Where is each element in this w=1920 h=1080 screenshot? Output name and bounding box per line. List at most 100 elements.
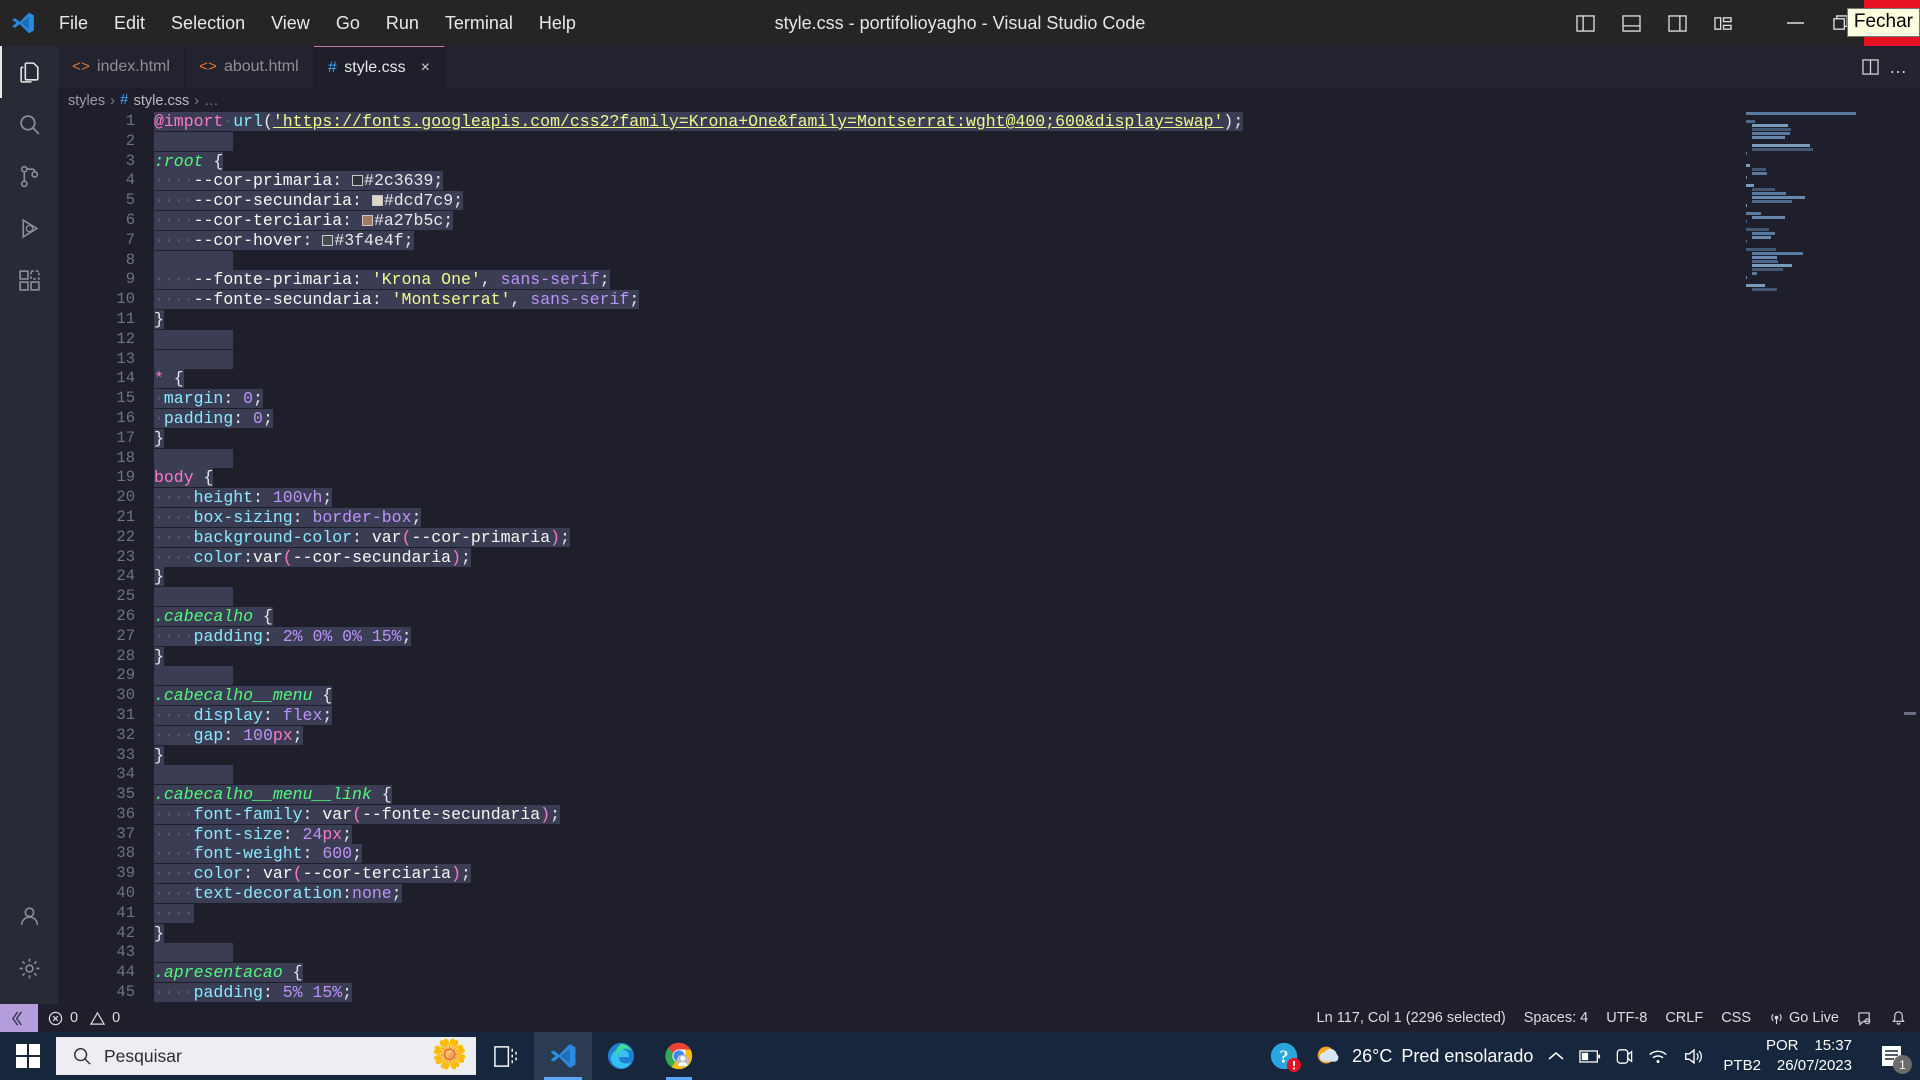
code-lines[interactable]: 1 @import·url('https://fonts.googleapis.c… — [58, 112, 1920, 1004]
more-actions-icon[interactable]: … — [1889, 57, 1908, 78]
line-content[interactable]: ····display: flex; — [154, 705, 333, 726]
code-line[interactable]: 3:root { — [58, 151, 1920, 172]
line-content[interactable]: ·padding: 0; — [154, 408, 273, 429]
line-content[interactable] — [154, 666, 234, 686]
accounts-icon[interactable] — [0, 890, 58, 942]
weather-widget[interactable]: 26°C Pred ensolarado — [1313, 1041, 1533, 1071]
clock-and-language[interactable]: POR 15:37 PTB2 26/07/2023 — [1719, 1036, 1856, 1077]
color-swatch-icon[interactable] — [352, 175, 364, 187]
code-line[interactable]: 10 ····--fonte-secundaria: 'Montserrat', … — [58, 290, 1920, 310]
code-line[interactable]: 1 @import·url('https://fonts.googleapis.c… — [58, 112, 1920, 132]
line-content[interactable]: ····color: var(--cor-terciaria); — [154, 864, 471, 884]
sidebar-item-explorer[interactable] — [0, 46, 58, 98]
line-content[interactable] — [154, 765, 234, 785]
line-content[interactable]: .cabecalho { — [154, 606, 273, 627]
code-line[interactable]: 45 ····padding: 5% 15%; — [58, 983, 1920, 1003]
line-content[interactable] — [154, 329, 234, 350]
line-content[interactable]: ····font-weight: 600; — [154, 844, 362, 864]
line-content[interactable]: ····font-family: var(--fonte-secundaria)… — [154, 804, 561, 825]
line-content[interactable]: * { — [154, 369, 184, 389]
line-content[interactable]: ····--cor-hover: #3f4e4f; — [154, 230, 414, 251]
code-line[interactable]: 14 * { — [58, 369, 1920, 389]
line-content[interactable]: ····padding: 5% 15%; — [154, 983, 353, 1003]
line-content[interactable]: ····text-decoration:none; — [154, 884, 402, 904]
line-content[interactable]: ····--fonte-secundaria: 'Montserrat', sa… — [154, 290, 640, 310]
toggle-secondary-sidebar-icon[interactable] — [1654, 0, 1700, 46]
gear-icon[interactable] — [0, 942, 58, 994]
code-line[interactable]: 19 body { — [58, 468, 1920, 488]
code-line[interactable]: 16 ·padding: 0; — [58, 408, 1920, 429]
notification-icon[interactable]: 1 — [1870, 1032, 1914, 1080]
line-content[interactable] — [154, 349, 234, 370]
code-line[interactable]: 20 ····height: 100vh; — [58, 488, 1920, 508]
code-line[interactable]: 7 ····--cor-hover: #3f4e4f; — [58, 230, 1920, 251]
task-view-icon[interactable] — [476, 1032, 534, 1080]
code-line[interactable]: 13 — [58, 349, 1920, 370]
line-content[interactable] — [154, 943, 234, 963]
tab-index-html[interactable]: <> index.html — [58, 46, 185, 88]
line-content[interactable]: ···· — [154, 903, 194, 924]
code-line[interactable]: 23 ····color:var(--cor-secundaria); — [58, 547, 1920, 568]
remote-window-icon[interactable] — [0, 1004, 38, 1032]
indentation[interactable]: Spaces: 4 — [1524, 1010, 1589, 1026]
code-line[interactable]: 18 — [58, 448, 1920, 469]
line-content[interactable]: @import·url('https://fonts.googleapis.co… — [154, 112, 1244, 132]
cursor-position[interactable]: Ln 117, Col 1 (2296 selected) — [1317, 1010, 1506, 1026]
code-line[interactable]: 12 — [58, 329, 1920, 350]
line-content[interactable]: body { — [154, 468, 214, 488]
line-content[interactable]: } — [154, 428, 164, 449]
sidebar-item-search[interactable] — [0, 98, 58, 150]
chevron-up-icon[interactable] — [1547, 1050, 1565, 1063]
code-line[interactable]: 26 .cabecalho { — [58, 606, 1920, 627]
line-content[interactable]: } — [154, 745, 164, 766]
code-line[interactable]: 36 ····font-family: var(--fonte-secundari… — [58, 804, 1920, 825]
help-question-icon[interactable]: ? — [1269, 1041, 1302, 1072]
editor-scrollbar[interactable] — [1904, 712, 1916, 715]
chrome-icon[interactable] — [650, 1032, 708, 1080]
menu-go[interactable]: Go — [323, 9, 373, 38]
code-line[interactable]: 33} — [58, 745, 1920, 766]
split-editor-icon[interactable] — [1862, 59, 1879, 75]
line-content[interactable]: } — [154, 567, 164, 587]
volume-icon[interactable] — [1683, 1047, 1705, 1066]
code-line[interactable]: 32 ····gap: 100px; — [58, 725, 1920, 746]
menu-terminal[interactable]: Terminal — [432, 9, 526, 38]
code-line[interactable]: 38 ····font-weight: 600; — [58, 844, 1920, 864]
line-content[interactable]: ····box-sizing: border-box; — [154, 507, 422, 528]
menu-selection[interactable]: Selection — [158, 9, 258, 38]
menu-help[interactable]: Help — [526, 9, 589, 38]
line-content[interactable]: ····background-color: var(--cor-primaria… — [154, 527, 570, 548]
code-line[interactable]: 42} — [58, 923, 1920, 944]
code-line[interactable]: 31 ····display: flex; — [58, 705, 1920, 726]
sidebar-item-extensions[interactable] — [0, 254, 58, 306]
line-content[interactable]: .cabecalho__menu { — [154, 686, 333, 706]
network-icon[interactable] — [1647, 1047, 1669, 1065]
breadcrumb-folder[interactable]: styles — [68, 93, 105, 109]
bell-icon[interactable] — [1891, 1010, 1906, 1026]
line-content[interactable]: ·margin: 0; — [154, 389, 263, 409]
sidebar-item-run-and-debug[interactable] — [0, 202, 58, 254]
breadcrumb-file[interactable]: style.css — [134, 93, 190, 109]
line-content[interactable]: } — [154, 309, 164, 330]
feedback-smiley-icon[interactable] — [1857, 1011, 1873, 1026]
go-live-button[interactable]: Go Live — [1769, 1010, 1839, 1026]
customize-layout-icon[interactable] — [1700, 0, 1746, 46]
code-line[interactable]: 17} — [58, 428, 1920, 449]
code-line[interactable]: 21 ····box-sizing: border-box; — [58, 507, 1920, 528]
code-line[interactable]: 37 ····font-size: 24px; — [58, 824, 1920, 845]
edge-icon[interactable] — [592, 1032, 650, 1080]
end-of-line[interactable]: CRLF — [1665, 1010, 1703, 1026]
line-content[interactable]: ····--cor-terciaria: #a27b5c; — [154, 210, 454, 231]
tab-style-css[interactable]: # style.css × — [313, 46, 445, 88]
code-line[interactable]: 9 ····--fonte-primaria: 'Krona One', sans… — [58, 270, 1920, 290]
line-content[interactable]: ····--cor-primaria: #2c3639; — [154, 171, 444, 191]
line-content[interactable]: ····font-size: 24px; — [154, 824, 353, 845]
line-content[interactable]: ····padding: 2% 0% 0% 15%; — [154, 626, 412, 647]
code-line[interactable]: 35 .cabecalho__menu__link { — [58, 785, 1920, 805]
code-line[interactable]: 5 ····--cor-secundaria: #dcd7c9; — [58, 191, 1920, 211]
line-content[interactable]: .apresentacao { — [154, 963, 303, 983]
breadcrumb-ellipsis[interactable]: … — [204, 93, 219, 109]
code-line[interactable]: 15 ·margin: 0; — [58, 389, 1920, 409]
line-content[interactable]: ····--cor-secundaria: #dcd7c9; — [154, 191, 464, 211]
line-content[interactable]: .cabecalho__menu__link { — [154, 785, 392, 805]
